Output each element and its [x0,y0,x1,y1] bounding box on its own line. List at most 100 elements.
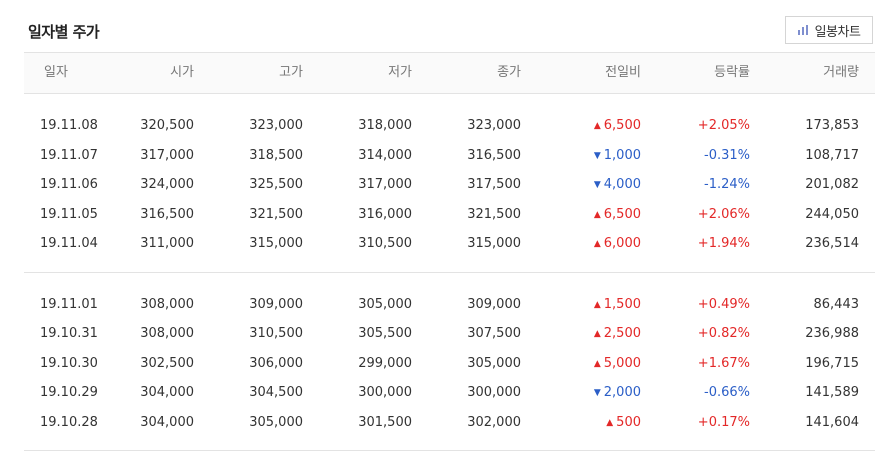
change-value: 2,500 [603,326,641,341]
cell-close: 323,000 [467,118,521,133]
cell-low: 310,500 [358,236,412,251]
cell-low: 314,000 [358,147,412,163]
down-triangle-icon: ▼ [593,150,601,161]
cell-close: 307,500 [467,326,521,341]
up-triangle-icon: ▲ [593,209,601,220]
table-row: 19.11.04 311,000 315,000 310,500 315,000 ▲ 6,0… [24,229,875,259]
up-triangle-icon: ▲ [606,417,614,428]
change-value: 1,000 [603,147,641,163]
column-header-close: 종가 [497,65,521,80]
cell-high: 306,000 [249,355,303,371]
row-group: 19.11.01 308,000 309,000 305,000 309,000 ▲ 1,5… [24,273,875,451]
cell-close: 316,500 [467,147,521,163]
cell-change: ▲ 500 [606,408,641,440]
cell-change: ▲ 6,500 [594,111,641,143]
table-row: 19.10.31 308,000 310,500 305,500 307,500 ▲ 2,5… [24,319,875,349]
cell-rate: +0.17% [697,414,750,430]
cell-open: 304,000 [140,414,194,430]
cell-rate: +0.49% [697,296,750,312]
cell-open: 324,000 [140,177,194,192]
cell-high: 321,500 [249,206,303,222]
cell-open: 316,500 [140,206,194,222]
cell-date: 19.10.28 [40,414,98,430]
cell-open: 308,000 [140,296,194,312]
cell-high: 304,500 [249,385,303,400]
cell-date: 19.11.08 [40,118,98,133]
cell-low: 305,500 [358,326,412,341]
change-value: 500 [616,414,641,430]
cell-change: ▲ 6,000 [594,229,641,261]
cell-volume: 196,715 [805,355,859,371]
up-triangle-icon: ▲ [593,121,601,131]
cell-date: 19.10.29 [40,385,98,400]
change-value: 1,500 [603,296,641,312]
cell-volume: 244,050 [805,206,859,222]
table-body: 19.11.08 320,500 323,000 318,000 323,000 ▲ 6,5… [24,94,875,451]
cell-close: 321,500 [467,206,521,222]
cell-high: 309,000 [249,296,303,312]
table-row: 19.11.07 317,000 318,500 314,000 316,500 ▼ 1,0… [24,141,875,171]
cell-open: 320,500 [140,118,194,133]
cell-rate: +2.05% [697,118,750,133]
cell-high: 325,500 [249,177,303,192]
cell-high: 318,500 [249,147,303,163]
cell-close: 315,000 [467,236,521,251]
table-row: 19.10.28 304,000 305,000 301,500 302,000 ▲ 500… [24,408,875,438]
cell-high: 305,000 [249,414,303,430]
cell-date: 19.11.01 [40,296,98,312]
cell-rate: +2.06% [697,206,750,222]
cell-rate: +0.82% [697,326,750,341]
table-row: 19.10.29 304,000 304,500 300,000 300,000 ▼ 2,0… [24,378,875,408]
column-header-date: 일자 [44,65,68,80]
cell-date: 19.11.05 [40,206,98,222]
cell-close: 300,000 [467,385,521,400]
cell-high: 315,000 [249,236,303,251]
cell-open: 311,000 [140,236,194,251]
cell-change: ▲ 6,500 [594,200,641,232]
up-triangle-icon: ▲ [593,299,601,310]
cell-high: 323,000 [249,118,303,133]
cell-rate: -0.66% [704,385,750,400]
cell-close: 317,500 [467,177,521,192]
up-triangle-icon: ▲ [593,239,601,249]
daily-price-panel: 일자별 주가 일봉차트 일자 시가 고가 저가 종가 전일비 등락률 거래량 1… [0,0,884,452]
cell-rate: -1.24% [704,177,750,192]
cell-date: 19.11.07 [40,147,98,163]
cell-rate: -0.31% [704,147,750,163]
cell-low: 301,500 [358,414,412,430]
cell-rate: +1.94% [697,236,750,251]
column-header-rate: 등락률 [714,65,750,80]
cell-low: 305,000 [358,296,412,312]
up-triangle-icon: ▲ [593,329,601,339]
table-row: 19.11.06 324,000 325,500 317,000 317,500 ▼ 4,0… [24,170,875,200]
down-triangle-icon: ▼ [593,388,601,398]
cell-change: ▲ 1,500 [594,290,641,322]
row-group: 19.11.08 320,500 323,000 318,000 323,000 ▲ 6,5… [24,94,875,273]
cell-high: 310,500 [249,326,303,341]
cell-low: 300,000 [358,385,412,400]
column-header-volume: 거래량 [823,65,859,80]
table-header: 일자 시가 고가 저가 종가 전일비 등락률 거래량 [24,52,875,94]
cell-change: ▲ 5,000 [594,349,641,381]
change-value: 6,000 [603,236,641,251]
cell-date: 19.10.30 [40,355,98,371]
daily-chart-button[interactable]: 일봉차트 [785,16,873,44]
cell-open: 317,000 [140,147,194,163]
change-value: 5,000 [603,355,641,371]
column-header-change: 전일비 [605,65,641,80]
down-triangle-icon: ▼ [593,180,601,190]
cell-change: ▼ 1,000 [594,141,641,173]
cell-date: 19.10.31 [40,326,98,341]
cell-low: 317,000 [358,177,412,192]
cell-change: ▲ 2,500 [594,319,641,351]
table-row: 19.11.05 316,500 321,500 316,000 321,500 ▲ 6,5… [24,200,875,230]
change-value: 4,000 [603,177,641,192]
cell-close: 309,000 [467,296,521,312]
cell-volume: 86,443 [813,296,860,312]
section-title: 일자별 주가 [28,23,100,41]
cell-rate: +1.67% [697,355,750,371]
cell-low: 318,000 [358,118,412,133]
column-header-open: 시가 [170,65,194,80]
column-header-low: 저가 [388,65,412,80]
bar-chart-icon [797,25,808,35]
